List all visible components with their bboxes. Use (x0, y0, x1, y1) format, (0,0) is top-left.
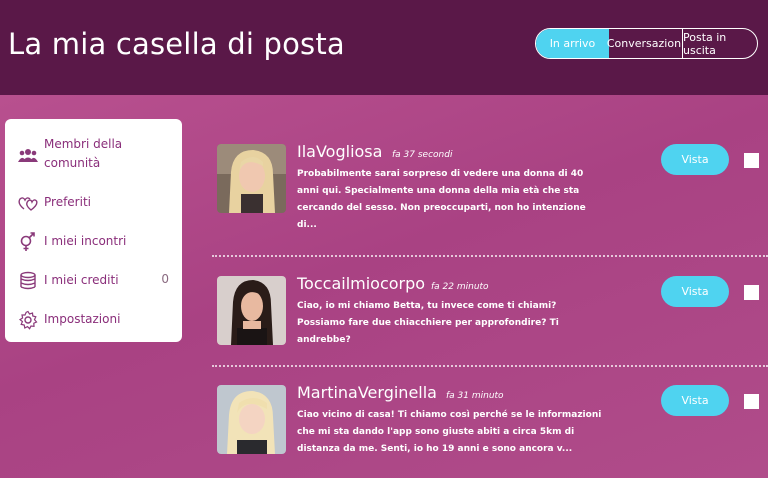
message-item[interactable]: MartinaVerginella fa 31 minuto Ciao vici… (212, 383, 768, 475)
avatar (217, 144, 286, 213)
divider (212, 255, 768, 257)
view-button[interactable]: Vista (661, 276, 729, 307)
message-time: fa 22 minuto (431, 282, 489, 292)
users-icon (17, 145, 39, 165)
sidebar-item-label: I miei incontri (44, 234, 127, 248)
message-item[interactable]: IlaVogliosa fa 37 secondi Probabilmente … (212, 142, 768, 244)
message-checkbox[interactable] (744, 153, 759, 168)
tab-outbox[interactable]: Posta in uscita (683, 29, 757, 58)
message-preview: Ciao vicino di casa! Ti chiamo così perc… (297, 410, 602, 454)
gender-icon (17, 232, 39, 252)
sender-name[interactable]: IlaVogliosa (297, 142, 382, 161)
message-time: fa 37 secondi (392, 150, 453, 160)
coins-icon (17, 271, 39, 291)
sender-name[interactable]: MartinaVerginella (297, 383, 437, 402)
gear-icon (17, 310, 39, 330)
sidebar-item-favorites[interactable]: Preferiti (5, 193, 182, 213)
message-checkbox[interactable] (744, 394, 759, 409)
message-preview: Ciao, io mi chiamo Betta, tu invece come… (297, 301, 559, 345)
sidebar-item-label: Preferiti (44, 195, 91, 209)
tab-inbox[interactable]: In arrivo (536, 29, 609, 58)
sidebar-item-community[interactable]: Membri della comunità (5, 135, 182, 175)
message-preview: Probabilmente sarai sorpreso di vedere u… (297, 169, 586, 230)
message-checkbox[interactable] (744, 285, 759, 300)
sidebar-item-credits[interactable]: I miei crediti 0 (5, 271, 182, 291)
sidebar-item-label: Impostazioni (44, 312, 121, 326)
divider (212, 365, 768, 367)
header: La mia casella di posta In arrivo Conver… (0, 0, 768, 95)
sidebar-item-settings[interactable]: Impostazioni (5, 310, 182, 330)
sidebar: Membri della comunità Preferiti I miei i… (5, 119, 182, 342)
page-title: La mia casella di posta (8, 27, 345, 61)
view-button[interactable]: Vista (661, 385, 729, 416)
sidebar-item-label: I miei crediti (44, 273, 119, 287)
credits-count: 0 (161, 272, 169, 286)
message-time: fa 31 minuto (446, 391, 504, 401)
avatar (217, 385, 286, 454)
view-button[interactable]: Vista (661, 144, 729, 175)
message-item[interactable]: Toccailmiocorpo fa 22 minuto Ciao, io mi… (212, 274, 768, 356)
tab-conversations[interactable]: Conversazioni (607, 29, 684, 58)
avatar (217, 276, 286, 345)
sender-name[interactable]: Toccailmiocorpo (297, 274, 425, 293)
mailbox-tabs: In arrivo Conversazioni Posta in uscita (535, 28, 758, 59)
sidebar-item-label: Membri della comunità (44, 137, 123, 170)
sidebar-item-meetings[interactable]: I miei incontri (5, 232, 182, 252)
hearts-icon (17, 193, 39, 213)
